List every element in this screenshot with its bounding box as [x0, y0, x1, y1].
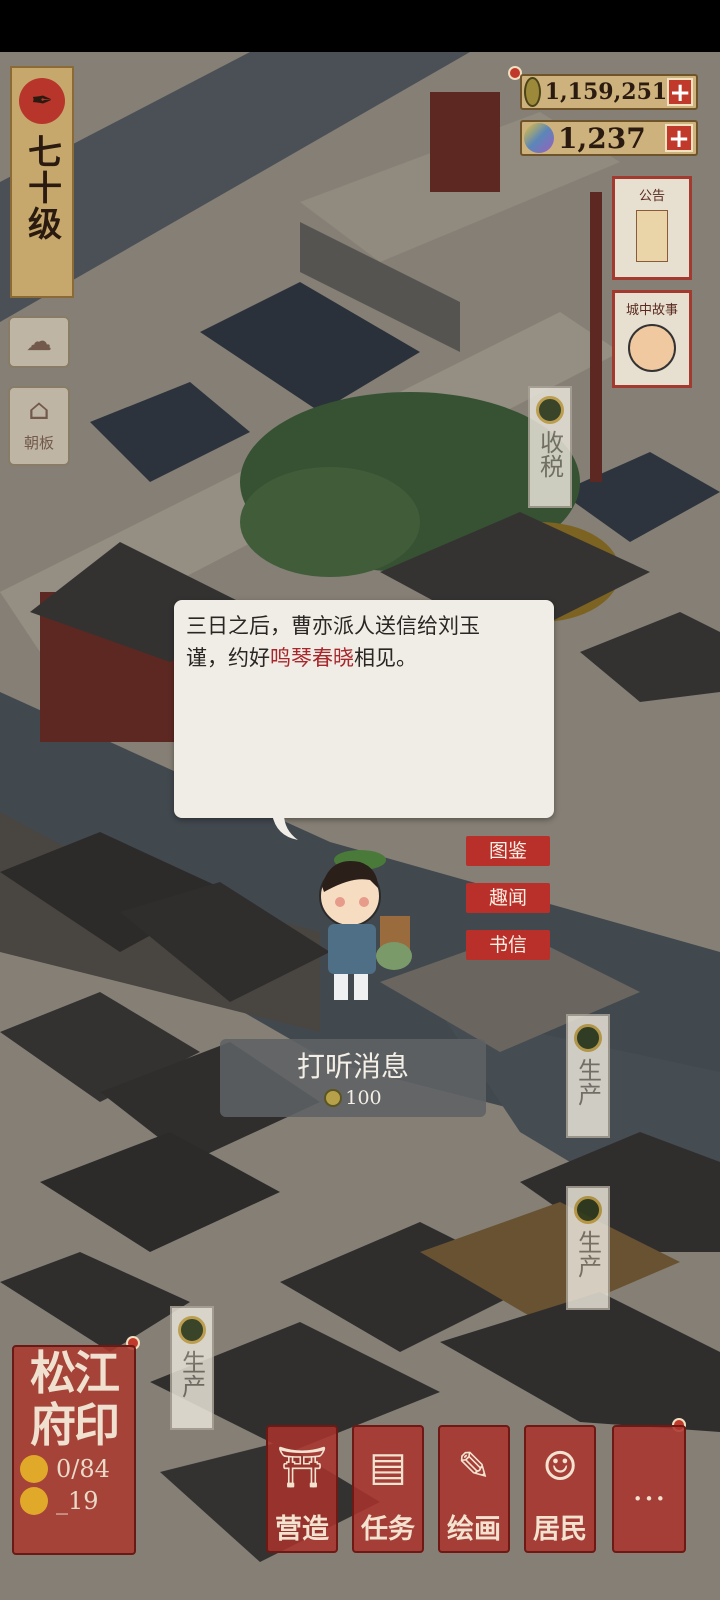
population-value: 0/84: [56, 1455, 110, 1483]
add-gems-button[interactable]: +: [665, 124, 693, 152]
inquire-news-button[interactable]: 打听消息 100: [220, 1039, 486, 1117]
more-button[interactable]: …: [612, 1425, 686, 1553]
status-bar: [0, 0, 720, 52]
population-row: 0/84: [20, 1455, 134, 1483]
city-seal-line-2: 府印: [30, 1398, 120, 1452]
city-seal-line-1: 松江: [30, 1346, 120, 1400]
gem-value: 1,237: [558, 121, 646, 155]
player-level-banner[interactable]: ✒ 七十级: [10, 66, 74, 298]
production-sign[interactable]: 生产: [170, 1306, 214, 1430]
build-label: 营造: [275, 1514, 329, 1545]
tag-encyclopedia[interactable]: 图鉴: [466, 836, 550, 866]
dialog-text-pre: 谨，约好: [186, 646, 270, 670]
tag-letters[interactable]: 书信: [466, 930, 550, 960]
residents-button[interactable]: ☺ 居民: [524, 1425, 596, 1553]
add-coins-button[interactable]: +: [667, 78, 693, 106]
coin-value: 1,159,251: [544, 79, 668, 105]
tag-anecdotes[interactable]: 趣闻: [466, 883, 550, 913]
production-sign-label: 生产: [573, 1230, 602, 1278]
production-sign[interactable]: 生产: [566, 1186, 610, 1310]
court-button[interactable]: ⌂ 朝板: [8, 386, 70, 466]
inquire-title: 打听消息: [296, 1050, 409, 1083]
inquire-cost: 100: [220, 1087, 486, 1109]
coin-medal-icon: [536, 396, 564, 424]
storyteller-face-icon: [628, 324, 676, 372]
pavilion-icon: ⛩: [276, 1444, 328, 1491]
coin-medal-icon: [574, 1024, 602, 1052]
coin-medal-icon: [574, 1196, 602, 1224]
chat-bubble-icon: ☁: [26, 327, 52, 357]
resident-icon: [20, 1455, 48, 1483]
tax-sign-label: 收税: [535, 430, 564, 478]
brush-seal-icon: ✒: [19, 78, 65, 124]
worker-icon: [20, 1487, 48, 1515]
court-label: 朝板: [23, 434, 54, 452]
dialog-place-highlight[interactable]: 鸣琴春晓: [270, 646, 354, 670]
chat-button[interactable]: ☁: [8, 316, 70, 368]
announcement-board[interactable]: 公告: [612, 176, 692, 280]
tax-sign[interactable]: 收税: [528, 386, 572, 508]
copper-coin-icon: [324, 1089, 343, 1107]
painting-button[interactable]: ✎ 绘画: [438, 1425, 510, 1553]
notice-paper-icon: [636, 210, 668, 262]
second-stat-value: _19: [56, 1487, 99, 1515]
scroll-icon: ✎: [457, 1444, 491, 1490]
copper-coin-icon: [524, 77, 541, 107]
dialog-line-2: 谨，约好鸣琴春晓相见。: [186, 642, 542, 674]
more-icon: …: [632, 1469, 666, 1509]
dialog-line-1: 三日之后，曹亦派人送信给刘玉: [186, 614, 480, 638]
painting-label: 绘画: [447, 1514, 501, 1545]
production-sign[interactable]: 生产: [566, 1014, 610, 1138]
production-sign-label: 生产: [573, 1058, 602, 1106]
book-icon: ▤: [369, 1444, 407, 1490]
court-icon: ⌂: [28, 393, 50, 426]
second-stat-row: _19: [20, 1487, 134, 1515]
coin-counter: 1,159,251 +: [520, 74, 698, 110]
build-button[interactable]: ⛩ 营造: [266, 1425, 338, 1553]
city-story-board[interactable]: 城中故事: [612, 290, 692, 388]
story-dialog[interactable]: 三日之后，曹亦派人送信给刘玉 谨，约好鸣琴春晓相见。: [174, 600, 554, 840]
messenger-character[interactable]: [290, 836, 430, 1006]
jade-gem-icon: [524, 123, 554, 153]
tasks-label: 任务: [361, 1514, 415, 1545]
coin-medal-icon: [178, 1316, 206, 1344]
level-text: 七十级: [21, 134, 62, 242]
city-story-label: 城中故事: [625, 303, 678, 318]
tasks-button[interactable]: ▤ 任务: [352, 1425, 424, 1553]
announcement-label: 公告: [638, 189, 665, 204]
inquire-cost-value: 100: [345, 1087, 382, 1109]
gem-counter: 1,237 +: [520, 120, 698, 156]
production-sign-label: 生产: [177, 1350, 206, 1398]
city-seal-panel[interactable]: 松江 府印 0/84 _19: [12, 1345, 136, 1555]
residents-label: 居民: [533, 1514, 587, 1545]
dialog-text-post: 相见。: [354, 646, 417, 670]
person-icon: ☺: [542, 1444, 578, 1490]
